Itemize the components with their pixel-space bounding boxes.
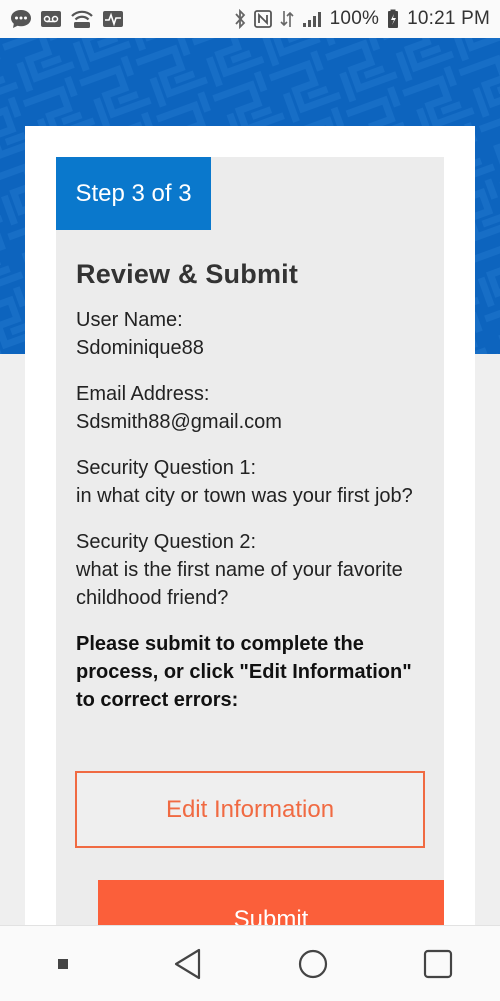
chat-bubble-icon xyxy=(10,9,32,29)
overview-icon[interactable] xyxy=(408,934,468,994)
status-bar: 100% 10:21 PM xyxy=(0,0,500,38)
security-question-1-value: in what city or town was your first job? xyxy=(76,485,413,507)
security-question-2-label: Security Question 2: xyxy=(76,531,257,553)
security-question-2: Security Question 2: what is the first n… xyxy=(76,528,426,612)
voicemail-icon xyxy=(40,10,62,28)
data-arrows-icon xyxy=(280,9,294,29)
home-icon[interactable] xyxy=(283,934,343,994)
battery-icon xyxy=(387,9,399,29)
username-value: Sdominique88 xyxy=(76,337,204,359)
username-field: User Name: Sdominique88 xyxy=(76,306,426,362)
back-icon[interactable] xyxy=(158,934,218,994)
wifi-call-icon xyxy=(70,9,94,29)
email-value: Sdsmith88@gmail.com xyxy=(76,411,282,433)
username-label: User Name: xyxy=(76,309,183,331)
activity-icon xyxy=(102,10,124,28)
form-card: Step 3 of 3 Review & Submit User Name: S… xyxy=(25,126,475,926)
email-label: Email Address: xyxy=(76,383,210,405)
security-question-1-label: Security Question 1: xyxy=(76,457,257,479)
review-content: Review & Submit User Name: Sdominique88 … xyxy=(76,259,426,714)
review-title: Review & Submit xyxy=(76,259,299,289)
status-bar-left xyxy=(10,9,124,29)
submit-instruction: Please submit to complete the process, o… xyxy=(76,633,412,711)
navigation-bar xyxy=(0,925,500,1001)
nfc-icon xyxy=(253,10,272,28)
email-field: Email Address: Sdsmith88@gmail.com xyxy=(76,380,426,436)
clock: 10:21 PM xyxy=(407,8,490,29)
recent-apps-dot-icon[interactable] xyxy=(33,934,93,994)
bluetooth-icon xyxy=(234,9,246,29)
battery-percent: 100% xyxy=(329,8,380,29)
status-bar-right: 100% 10:21 PM xyxy=(234,8,490,30)
edit-information-label: Edit Information xyxy=(165,795,335,823)
security-question-2-value: what is the first name of your favorite … xyxy=(76,559,403,609)
security-question-1: Security Question 1: in what city or tow… xyxy=(76,454,426,510)
review-panel: Step 3 of 3 Review & Submit User Name: S… xyxy=(56,157,444,926)
step-indicator: Step 3 of 3 xyxy=(56,157,211,230)
edit-information-button[interactable]: Edit Information xyxy=(75,771,425,848)
signal-icon xyxy=(302,10,322,28)
